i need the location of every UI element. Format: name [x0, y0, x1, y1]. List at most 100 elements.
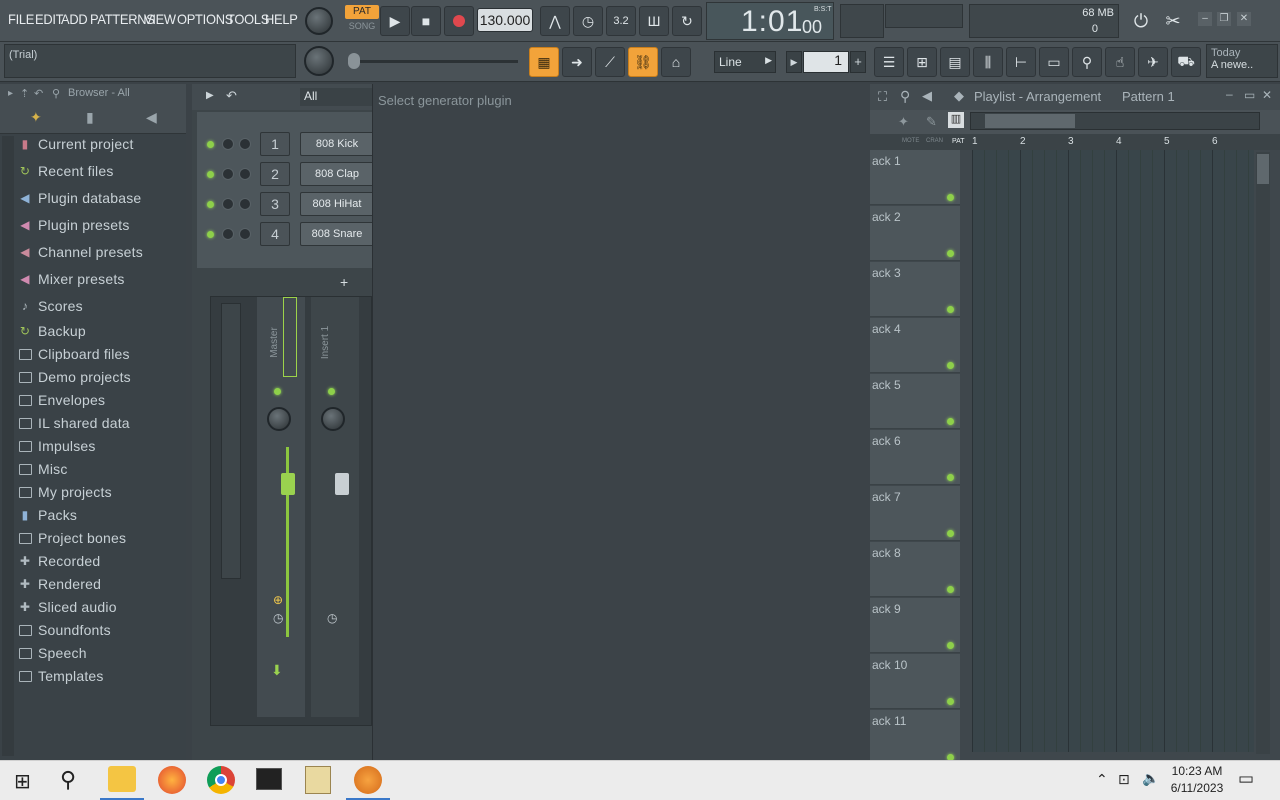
clock-icon[interactable]: ◷ [327, 611, 337, 625]
blend-notes-button[interactable]: ⟋ [595, 47, 625, 77]
arrow-right-icon[interactable]: ◆ [954, 88, 964, 104]
track-header[interactable]: ack 4 [870, 318, 960, 373]
browser-scroll-strip[interactable] [2, 136, 14, 756]
pat-mode-button[interactable]: PAT [345, 5, 379, 19]
track-header[interactable]: ack 11 [870, 710, 960, 765]
track-header[interactable]: ack 3 [870, 262, 960, 317]
firefox-icon[interactable] [158, 766, 186, 794]
browser-title[interactable]: Browser - All [68, 87, 130, 99]
channel-volume-knob[interactable] [239, 168, 251, 180]
playlist-pattern[interactable]: Pattern 1 [1122, 89, 1175, 104]
pitch-slider[interactable] [348, 60, 518, 63]
insert-1-enable-led[interactable] [328, 388, 335, 395]
browser-item[interactable]: Clipboard files [18, 343, 130, 365]
channel-enable-led[interactable] [207, 201, 214, 208]
undo-history-button[interactable]: ⏻ [1126, 6, 1156, 36]
channel-mixer-track[interactable]: 2 [260, 162, 290, 186]
search-icon[interactable]: ⚲ [900, 88, 910, 105]
search-icon[interactable]: ⚲ [60, 767, 76, 793]
insert-1-pan-knob[interactable] [321, 407, 345, 431]
shop-button[interactable]: ⛟ [1171, 47, 1201, 77]
search-icon[interactable]: ⚲ [52, 87, 60, 100]
pencil-icon[interactable]: ✎ [926, 114, 937, 130]
wait-record-button[interactable]: ◷ [573, 6, 603, 36]
piano-icon[interactable]: ▥ [948, 112, 964, 128]
browser-item[interactable]: Demo projects [18, 366, 131, 388]
maximize-icon[interactable]: ▭ [1244, 88, 1255, 102]
channel-name-button[interactable]: 808 Clap [300, 162, 374, 186]
fl-studio-icon[interactable] [354, 766, 382, 794]
menu-help[interactable]: HELP [265, 11, 298, 27]
speaker-icon[interactable]: ◀ [922, 88, 932, 104]
master-pan-knob[interactable] [267, 407, 291, 431]
channel-enable-led[interactable] [207, 171, 214, 178]
horizontal-scrollbar[interactable] [970, 112, 1260, 130]
track-header[interactable]: ack 2 [870, 206, 960, 261]
clock-icon[interactable]: ◷ [273, 611, 283, 625]
browser-item[interactable]: ↻ Recent files [18, 160, 114, 182]
snap-select[interactable]: Line ▶ [714, 51, 776, 73]
notepad-icon[interactable] [305, 766, 331, 794]
track-header[interactable]: ack 8 [870, 542, 960, 597]
channel-enable-led[interactable] [207, 231, 214, 238]
chevron-up-icon[interactable]: ⌃ [1096, 771, 1108, 788]
channel-rack-button[interactable]: ▤ [940, 47, 970, 77]
track-header[interactable]: ack 7 [870, 486, 960, 541]
track-enable-led[interactable] [947, 474, 954, 481]
browser-button[interactable]: ⊢ [1006, 47, 1036, 77]
step-edit-button[interactable]: Ш [639, 6, 669, 36]
browser-item[interactable]: ◀ Plugin database [18, 187, 141, 209]
browser-item[interactable]: ◀ Plugin presets [18, 214, 130, 236]
browser-item[interactable]: Templates [18, 665, 104, 687]
browser-item[interactable]: ✚ Sliced audio [18, 596, 117, 618]
browser-item[interactable]: ♪ Scores [18, 295, 83, 317]
typing-keyboard-button[interactable]: ▦ [529, 47, 559, 77]
insert-1-channel[interactable]: Insert 1 ◷ [311, 297, 359, 717]
minimize-button[interactable]: – [1198, 12, 1212, 26]
song-mode-button[interactable]: SONG [345, 21, 379, 34]
touch-controller-button[interactable]: ☝ [1105, 47, 1135, 77]
channel-name-button[interactable]: 808 Snare [300, 222, 374, 246]
metronome-button[interactable]: ⋀ [540, 6, 570, 36]
channel-enable-led[interactable] [207, 141, 214, 148]
master-channel[interactable]: Master ⊕ ◷ ⬇ [257, 297, 305, 717]
browser-item[interactable]: ✚ Recorded [18, 550, 100, 572]
browser-item[interactable]: ▮ Packs [18, 504, 77, 526]
plugin-picker-button[interactable]: ⚲ [1072, 47, 1102, 77]
record-button[interactable] [444, 6, 474, 36]
channel-volume-knob[interactable] [239, 138, 251, 150]
feedback-button[interactable]: ✈ [1138, 47, 1168, 77]
arrow-right-icon[interactable]: ▸ [8, 88, 13, 99]
track-header[interactable]: ack 1 [870, 150, 960, 205]
master-volume-knob[interactable] [305, 7, 333, 35]
track-header[interactable]: ack 6 [870, 430, 960, 485]
tempo-display[interactable]: 130.000 [477, 8, 533, 32]
volume-muted-icon[interactable]: 🔈 [1142, 770, 1159, 787]
browser-item[interactable]: Misc [18, 458, 68, 480]
sparkle-icon[interactable]: ✦ [30, 109, 42, 126]
track-enable-led[interactable] [947, 362, 954, 369]
vertical-scrollbar[interactable] [1256, 152, 1270, 754]
track-enable-led[interactable] [947, 586, 954, 593]
browser-item[interactable]: ◀ Channel presets [18, 241, 143, 263]
project-info-button[interactable]: ▭ [1039, 47, 1069, 77]
browser-item[interactable]: My projects [18, 481, 112, 503]
track-enable-led[interactable] [947, 194, 954, 201]
track-enable-led[interactable] [947, 530, 954, 537]
vscroll-thumb[interactable] [1257, 154, 1269, 184]
time-display[interactable]: 1:01 00 B:S:T [706, 2, 834, 40]
menu-file[interactable]: FILE [8, 11, 34, 27]
channel-name-button[interactable]: 808 Kick [300, 132, 374, 156]
close-button[interactable]: ✕ [1237, 12, 1251, 26]
timeline-ruler[interactable]: MOTE CRAN PAT [870, 134, 1280, 150]
menu-options[interactable]: OPTIONS [177, 11, 233, 27]
track-enable-led[interactable] [947, 418, 954, 425]
channel-mixer-track[interactable]: 3 [260, 192, 290, 216]
browser-item[interactable]: ▮ Current project [18, 133, 134, 155]
channel-volume-knob[interactable] [239, 228, 251, 240]
terminal-icon[interactable] [256, 768, 282, 790]
arrow-down-icon[interactable]: ⬇ [271, 662, 283, 679]
countdown-button[interactable]: 3.2 [606, 6, 636, 36]
menu-view[interactable]: VIEW [144, 11, 176, 27]
pencil-icon[interactable]: ✦ [898, 114, 909, 130]
